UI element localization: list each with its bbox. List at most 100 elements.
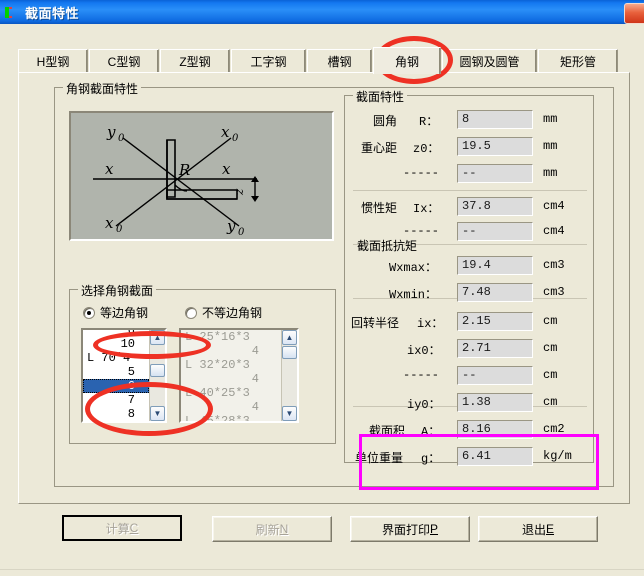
status-divider <box>0 569 644 570</box>
unit-iy0: cm <box>543 395 558 409</box>
property-row-wxmax: Wxmax： 19.4 cm3 <box>345 256 593 277</box>
print-button[interactable]: 界面打印 P <box>350 516 470 542</box>
unit-radius: cm <box>543 314 558 328</box>
radio-dot-equal <box>83 306 95 319</box>
property-row-radius-gyration: 回转半径 ix： 2.15 cm <box>345 312 593 333</box>
tab-h-steel[interactable]: H型钢 <box>18 49 88 73</box>
scroll-thumb[interactable] <box>282 346 297 359</box>
label-y0-bottom: y <box>226 217 236 235</box>
property-row-iy0: iy0： 1.38 cm <box>345 393 593 414</box>
label-inertia-sym: Ix： <box>413 202 440 216</box>
section-properties-caption: 截面特性 <box>353 88 408 105</box>
section-diagram: y 0 x 0 x x R x 0 y 0 z <box>69 111 334 241</box>
divider-1 <box>353 190 587 191</box>
tab-rect-tube[interactable]: 矩形管 <box>538 49 618 73</box>
exit-button-label: 退出 <box>521 522 546 537</box>
refresh-button[interactable]: 刷新 N <box>212 516 332 542</box>
print-accel: P <box>430 522 439 536</box>
label-fillet-sym: R： <box>419 115 439 129</box>
annotation-ellipse-radio <box>93 331 211 359</box>
label-x-left: x <box>105 160 114 178</box>
section-properties-window: 截面特性 H型钢 C型钢 Z型钢 工字钢 槽钢 角钢 圆钢及圆管 矩形管 角钢截… <box>0 0 644 576</box>
label-wxmin: Wxmin： <box>389 288 438 302</box>
value-centroid[interactable]: 19.5 <box>457 137 533 156</box>
label-x-right: x <box>222 160 231 178</box>
radio-label-unequal: 不等边角钢 <box>202 306 263 320</box>
scroll-up-icon[interactable]: ▲ <box>282 330 297 345</box>
calculate-button-label: 计算 <box>105 521 130 536</box>
label-iy0: iy0： <box>407 398 441 412</box>
property-row-blank-2: ----- -- cm4 <box>345 222 593 243</box>
scroll-thumb[interactable] <box>150 364 165 377</box>
radio-unequal-angle[interactable]: 不等边角钢 <box>185 304 262 321</box>
property-row-blank-1: ----- -- mm <box>345 164 593 185</box>
close-button[interactable] <box>624 3 644 24</box>
annotation-ellipse-list <box>85 382 213 436</box>
tab-strip: H型钢 C型钢 Z型钢 工字钢 槽钢 角钢 圆钢及圆管 矩形管 <box>18 47 630 74</box>
label-ix0: ix0： <box>407 344 441 358</box>
tab-channel-steel[interactable]: 槽钢 <box>307 49 372 73</box>
svg-text:0: 0 <box>116 224 123 235</box>
radio-equal-angle[interactable]: 等边角钢 <box>83 304 148 321</box>
radio-dot-unequal <box>185 306 197 319</box>
label-blank-2: ----- <box>403 224 440 238</box>
tab-angle-steel[interactable]: 角钢 <box>373 47 441 74</box>
property-row-ix0: ix0： 2.71 cm <box>345 339 593 360</box>
value-ix0[interactable]: 2.71 <box>457 339 533 358</box>
property-row-inertia: 惯性矩 Ix： 37.8 cm4 <box>345 197 593 218</box>
list-item[interactable]: 5 <box>83 365 149 379</box>
unit-fillet: mm <box>543 112 558 126</box>
exit-button[interactable]: 退出 E <box>478 516 598 542</box>
label-radius-sym: ix： <box>417 317 444 331</box>
property-row-centroid: 重心距 z0： 19.5 mm <box>345 137 593 158</box>
window-title: 截面特性 <box>25 5 80 21</box>
value-radius[interactable]: 2.15 <box>457 312 533 331</box>
title-bar: 截面特性 <box>0 0 644 24</box>
label-radius-cn: 回转半径 <box>351 316 400 330</box>
tab-round-steel[interactable]: 圆钢及圆管 <box>442 49 537 73</box>
value-inertia[interactable]: 37.8 <box>457 197 533 216</box>
property-row-fillet: 圆角 R： 8 mm <box>345 110 593 131</box>
client-area: H型钢 C型钢 Z型钢 工字钢 槽钢 角钢 圆钢及圆管 矩形管 角钢截面特性 y… <box>0 24 644 576</box>
scroll-down-icon[interactable]: ▼ <box>282 406 297 421</box>
svg-text:0: 0 <box>232 133 239 144</box>
section-properties-group: 截面特性 截面抵抗矩 圆角 R： 8 mm 重心距 z0： 19.5 mm --… <box>344 88 594 466</box>
label-wxmax: Wxmax： <box>389 261 438 275</box>
label-blank-3: ----- <box>403 368 440 382</box>
svg-text:0: 0 <box>118 133 125 144</box>
value-blank-3[interactable]: -- <box>457 366 533 385</box>
label-z0: z <box>232 188 246 196</box>
label-centroid-sym: z0： <box>413 142 440 156</box>
label-fillet-cn: 圆角 <box>373 114 398 128</box>
value-wxmin[interactable]: 7.48 <box>457 283 533 302</box>
unequal-list-scrollbar[interactable]: ▲ ▼ <box>281 330 297 421</box>
list-item[interactable]: L 32*20*3 <box>181 358 281 372</box>
tab-z-steel[interactable]: Z型钢 <box>160 49 230 73</box>
tab-i-beam[interactable]: 工字钢 <box>231 49 306 73</box>
value-wxmax[interactable]: 19.4 <box>457 256 533 275</box>
refresh-button-label: 刷新 <box>255 522 280 537</box>
label-inertia-cn: 惯性矩 <box>361 201 398 215</box>
unit-wxmax: cm3 <box>543 258 565 272</box>
value-blank-1[interactable]: -- <box>457 164 533 183</box>
property-row-wxmin: Wxmin： 7.48 cm3 <box>345 283 593 304</box>
list-item[interactable]: 4 <box>181 372 281 386</box>
calculate-button[interactable]: 计算 C <box>62 515 182 541</box>
value-fillet[interactable]: 8 <box>457 110 533 129</box>
section-diagram-svg: y 0 x 0 x x R x 0 y 0 z <box>93 123 259 238</box>
unit-blank-2: cm4 <box>543 224 565 238</box>
property-row-blank-3: ----- -- cm <box>345 366 593 387</box>
value-iy0[interactable]: 1.38 <box>457 393 533 412</box>
angle-steel-properties-caption: 角钢截面特性 <box>63 80 142 97</box>
refresh-accel: N <box>279 522 289 536</box>
value-blank-2[interactable]: -- <box>457 222 533 241</box>
tab-c-steel[interactable]: C型钢 <box>89 49 159 73</box>
svg-text:0: 0 <box>238 227 245 238</box>
unit-blank-3: cm <box>543 368 558 382</box>
label-x0-bottom: x <box>105 214 114 232</box>
unit-centroid: mm <box>543 139 558 153</box>
calculate-accel: C <box>129 521 139 535</box>
print-button-label: 界面打印 <box>381 522 430 537</box>
label-centroid-cn: 重心距 <box>361 141 398 155</box>
unit-blank-1: mm <box>543 166 558 180</box>
